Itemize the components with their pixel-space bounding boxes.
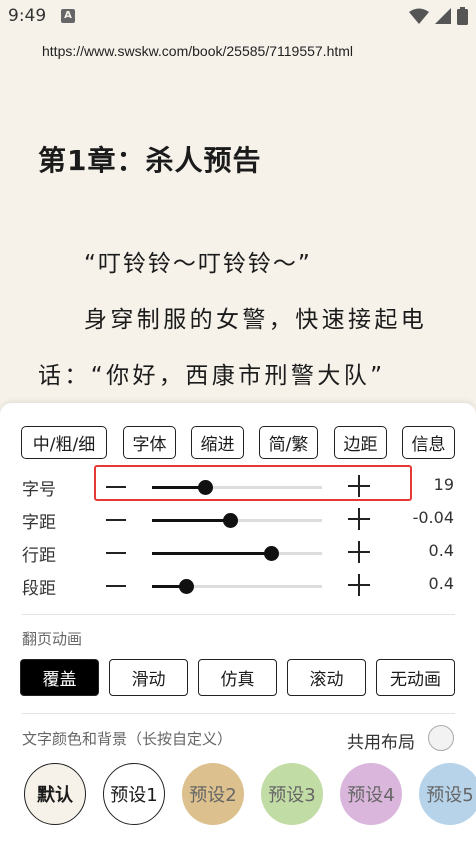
plus-icon[interactable] <box>348 508 370 530</box>
paragraph: 身穿制服的女警，快速接起电话：“你好，西康市刑警大队” <box>38 307 428 389</box>
paragraph-spacing-slider[interactable] <box>152 579 322 594</box>
minus-icon[interactable] <box>106 519 126 521</box>
font-option[interactable]: 字体 <box>123 426 176 459</box>
preset-3[interactable]: 预设3 <box>261 763 323 825</box>
shared-layout-label: 共用布局 <box>347 733 415 753</box>
divider <box>22 614 455 615</box>
slider-label: 字号 <box>22 480 56 500</box>
shared-layout-toggle[interactable] <box>428 725 454 751</box>
signal-icon <box>435 8 451 24</box>
slider-label: 字距 <box>22 513 56 533</box>
divider <box>22 713 455 714</box>
slider-label: 段距 <box>22 579 56 599</box>
slider-label: 行距 <box>22 546 56 566</box>
plus-icon[interactable] <box>348 574 370 596</box>
plus-icon[interactable] <box>348 541 370 563</box>
slider-thumb[interactable] <box>223 513 239 528</box>
paragraph: “叮铃铃～叮铃铃～” <box>84 251 312 277</box>
slider-value: 0.4 <box>428 541 454 560</box>
minus-icon[interactable] <box>106 585 126 587</box>
indent-option[interactable]: 缩进 <box>191 426 244 459</box>
margin-option[interactable]: 边距 <box>334 426 387 459</box>
simplified-traditional-option[interactable]: 简/繁 <box>259 426 318 459</box>
anim-none-button[interactable]: 无动画 <box>376 659 455 696</box>
line-spacing-row: 行距 0.4 <box>0 537 476 570</box>
slider-thumb[interactable] <box>264 546 279 561</box>
slider-value: 19 <box>433 475 454 494</box>
preset-2[interactable]: 预设2 <box>182 763 244 825</box>
page-url: https://www.swskw.com/book/25585/7119557… <box>42 43 354 59</box>
anim-slide-button[interactable]: 滑动 <box>109 659 188 696</box>
letter-spacing-slider[interactable] <box>152 513 322 528</box>
slider-value: -0.04 <box>412 508 454 527</box>
page-animation-label: 翻页动画 <box>22 630 83 648</box>
status-bar: 9:49 A <box>0 0 476 32</box>
info-option[interactable]: 信息 <box>402 426 455 459</box>
notification-icon: A <box>61 9 75 23</box>
chapter-title: 第1章：杀人预告 <box>38 144 262 177</box>
status-time: 9:49 <box>8 6 47 26</box>
slider-value: 0.4 <box>428 574 454 593</box>
minus-icon[interactable] <box>106 552 126 554</box>
preset-5[interactable]: 预设5 <box>419 763 476 825</box>
anim-simulation-button[interactable]: 仿真 <box>198 659 277 696</box>
color-background-label: 文字颜色和背景（长按自定义） <box>22 730 233 748</box>
preset-4[interactable]: 预设4 <box>340 763 402 825</box>
preset-default[interactable]: 默认 <box>24 763 86 825</box>
slider-thumb[interactable] <box>179 579 194 594</box>
anim-scroll-button[interactable]: 滚动 <box>287 659 366 696</box>
line-spacing-slider[interactable] <box>152 546 322 561</box>
wifi-icon <box>409 8 429 24</box>
anim-cover-button[interactable]: 覆盖 <box>20 659 99 696</box>
letter-spacing-row: 字距 -0.04 <box>0 504 476 537</box>
status-icons <box>409 7 468 25</box>
battery-icon <box>457 7 468 25</box>
paragraph-spacing-row: 段距 0.4 <box>0 570 476 603</box>
highlight-box <box>94 465 412 501</box>
preset-1[interactable]: 预设1 <box>103 763 165 825</box>
font-weight-option[interactable]: 中/粗/细 <box>21 426 107 459</box>
